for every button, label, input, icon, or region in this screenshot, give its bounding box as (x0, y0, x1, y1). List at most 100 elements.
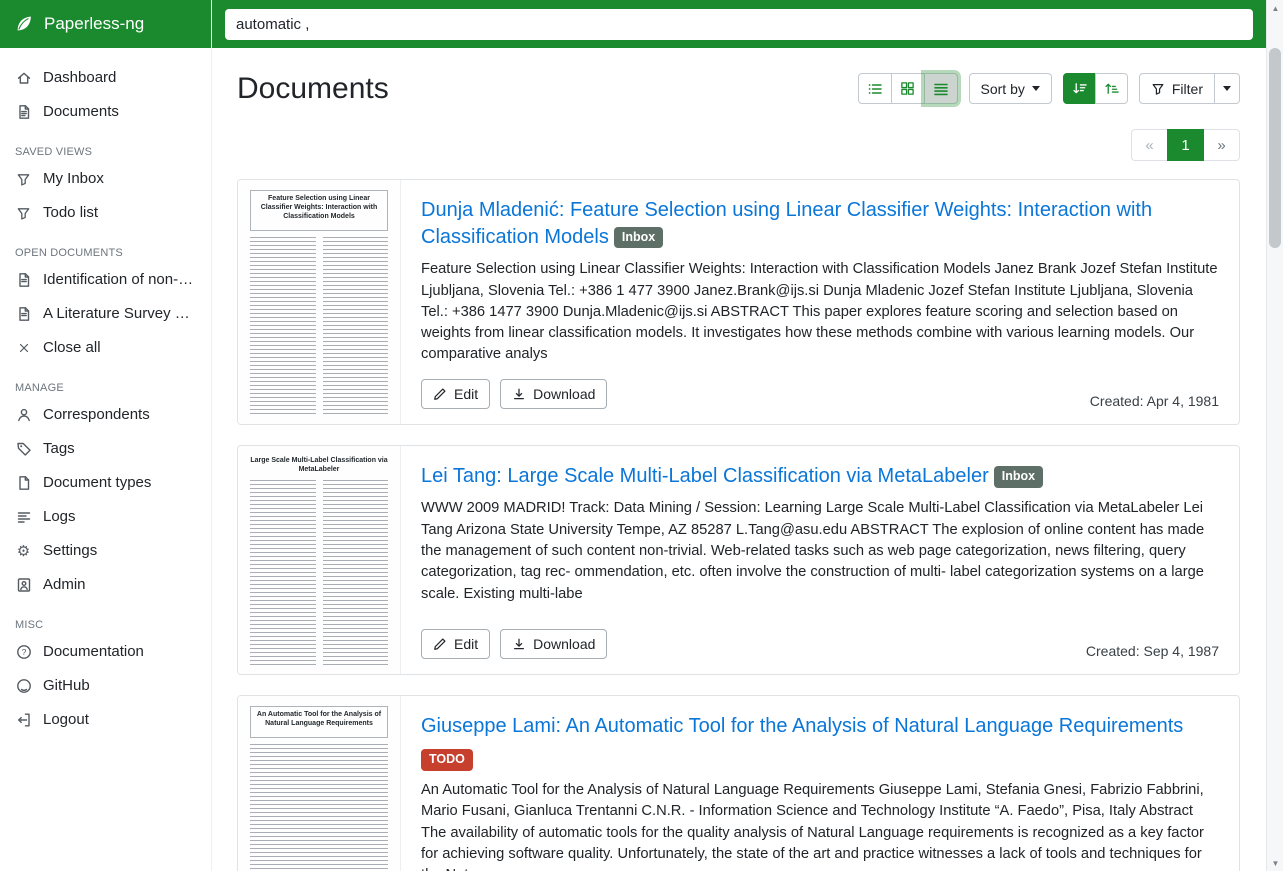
view-table-button[interactable] (858, 73, 892, 104)
nav-label: Logout (43, 711, 89, 729)
sidebar-item-close-all[interactable]: Close all (0, 331, 211, 365)
document-card: Feature Selection using Linear Classifie… (237, 179, 1240, 425)
svg-text:?: ? (21, 647, 26, 657)
app-title: Paperless-ng (44, 14, 144, 34)
pagination: « 1 » (237, 129, 1240, 161)
document-excerpt: An Automatic Tool for the Analysis of Na… (421, 780, 1219, 871)
sidebar-item-document-types[interactable]: Document types (0, 466, 211, 500)
created-date: Created: Sep 4, 1987 (1086, 643, 1219, 659)
sidebar-item-github[interactable]: GitHub (0, 669, 211, 703)
filter-dropdown-toggle[interactable] (1214, 73, 1240, 104)
sidebar-item-tags[interactable]: Tags (0, 432, 211, 466)
download-label: Download (533, 636, 595, 652)
document-title-link[interactable]: Giuseppe Lami: An Automatic Tool for the… (421, 715, 1183, 737)
tag-badge[interactable]: Inbox (614, 227, 663, 249)
nav-label: GitHub (43, 677, 90, 695)
door-arrow-icon (15, 712, 32, 729)
sidebar-item-settings[interactable]: ⚙ Settings (0, 534, 211, 568)
sort-direction-group (1063, 73, 1128, 104)
download-icon (512, 387, 526, 401)
nav-label: Identification of non-fu... (43, 271, 196, 289)
file-text-icon (15, 272, 32, 289)
view-mode-group (858, 73, 958, 104)
edit-label: Edit (454, 636, 478, 652)
grid-icon (900, 81, 915, 96)
tag-badge[interactable]: Inbox (994, 466, 1043, 488)
nav-label: Settings (43, 542, 97, 560)
filter-button[interactable]: Filter (1139, 73, 1215, 104)
sidebar-item-admin[interactable]: Admin (0, 568, 211, 602)
document-title-link[interactable]: Lei Tang: Large Scale Multi-Label Classi… (421, 465, 989, 487)
nav-label: Todo list (43, 204, 98, 222)
house-icon (15, 70, 32, 87)
sort-down-icon (1072, 81, 1087, 96)
sidebar-item-documents[interactable]: Documents (0, 95, 211, 129)
person-icon (15, 407, 32, 424)
edit-button[interactable]: Edit (421, 629, 490, 659)
nav-label: Document types (43, 474, 151, 492)
nav-label: Correspondents (43, 406, 150, 424)
main-content: Documents (212, 48, 1266, 871)
document-thumbnail[interactable]: An Automatic Tool for the Analysis of Na… (238, 696, 401, 871)
nav-label: Documentation (43, 643, 144, 661)
sidebar-item-open-document-2[interactable]: A Literature Survey on ... (0, 297, 211, 331)
download-button[interactable]: Download (500, 379, 607, 409)
sort-ascending-button[interactable] (1095, 73, 1128, 104)
document-excerpt: WWW 2009 MADRID! Track: Data Mining / Se… (421, 498, 1219, 605)
list-details-icon (933, 81, 949, 97)
paperless-leaf-icon (13, 13, 35, 35)
top-navbar (212, 0, 1266, 48)
github-icon (15, 678, 32, 695)
person-badge-icon (15, 577, 32, 594)
documents-toolbar: Sort by (858, 73, 1240, 104)
file-icon (15, 475, 32, 492)
funnel-icon (15, 205, 32, 222)
sort-up-icon (1104, 81, 1119, 96)
document-thumbnail[interactable]: Feature Selection using Linear Classifie… (238, 180, 401, 424)
thumbnail-title: Feature Selection using Linear Classifie… (250, 190, 388, 231)
sort-descending-button[interactable] (1063, 73, 1096, 104)
download-icon (512, 637, 526, 651)
section-title-saved-views: SAVED VIEWS (15, 146, 196, 158)
nav-label: My Inbox (43, 170, 104, 188)
pagination-next-button[interactable]: » (1203, 129, 1240, 161)
document-title-link[interactable]: Dunja Mladenić: Feature Selection using … (421, 199, 1152, 248)
pagination-page-1-button[interactable]: 1 (1167, 129, 1204, 161)
sidebar-nav: Dashboard Documents SAVED VIEWS My Inbox… (0, 48, 211, 737)
edit-button[interactable]: Edit (421, 379, 490, 409)
page-title: Documents (237, 72, 389, 105)
gear-icon: ⚙ (15, 543, 32, 560)
edit-label: Edit (454, 386, 478, 402)
pagination-prev-button[interactable]: « (1131, 129, 1168, 161)
sidebar-item-open-document-1[interactable]: Identification of non-fu... (0, 263, 211, 297)
nav-label: Logs (43, 508, 76, 526)
scrollbar-up-arrow[interactable]: ▲ (1267, 0, 1283, 16)
sidebar-item-logs[interactable]: Logs (0, 500, 211, 534)
pencil-icon (433, 637, 447, 651)
scrollbar-thumb[interactable] (1269, 48, 1281, 248)
sidebar-item-dashboard[interactable]: Dashboard (0, 61, 211, 95)
view-grid-button[interactable] (891, 73, 925, 104)
sidebar-item-logout[interactable]: Logout (0, 703, 211, 737)
window-scrollbar[interactable]: ▲ ▼ (1266, 0, 1283, 871)
view-details-button[interactable] (924, 73, 958, 104)
tag-badge[interactable]: TODO (421, 749, 473, 771)
scrollbar-down-arrow[interactable]: ▼ (1267, 855, 1283, 871)
nav-label: Close all (43, 339, 101, 357)
funnel-icon (15, 171, 32, 188)
download-button[interactable]: Download (500, 629, 607, 659)
search-input[interactable] (225, 9, 1253, 40)
thumbnail-text-lines (250, 480, 388, 665)
sidebar-item-documentation[interactable]: ? Documentation (0, 635, 211, 669)
sidebar-item-correspondents[interactable]: Correspondents (0, 398, 211, 432)
document-card: An Automatic Tool for the Analysis of Na… (237, 695, 1240, 871)
app-brand[interactable]: Paperless-ng (0, 0, 211, 48)
sidebar-item-todo-list[interactable]: Todo list (0, 196, 211, 230)
download-label: Download (533, 386, 595, 402)
sidebar-item-my-inbox[interactable]: My Inbox (0, 162, 211, 196)
file-text-icon (15, 306, 32, 323)
sort-by-dropdown[interactable]: Sort by (969, 73, 1052, 104)
nav-label: Documents (43, 103, 119, 121)
document-thumbnail[interactable]: Large Scale Multi-Label Classification v… (238, 446, 401, 674)
pencil-icon (433, 387, 447, 401)
